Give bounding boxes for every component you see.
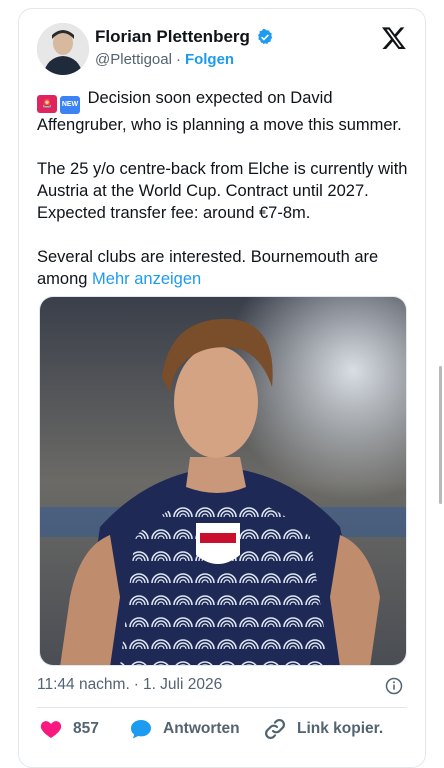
heart-icon <box>40 721 62 738</box>
siren-icon: 🚨 <box>37 95 57 113</box>
author-handle-row: @Plettigoal · Folgen <box>95 51 234 68</box>
tweet-paragraph-3: Several clubs are interested. Bournemout… <box>37 246 417 290</box>
new-badge-icon: NEW <box>60 96 80 114</box>
tweet-card: Florian Plettenberg @Plettigoal · Folgen… <box>18 8 426 768</box>
follow-button[interactable]: Folgen <box>185 51 234 68</box>
copy-link-button[interactable]: Link kopier. <box>263 717 383 741</box>
tweet-timestamp[interactable]: 11:44 nachm. · 1. Juli 2026 <box>37 676 222 694</box>
reply-button[interactable]: Antworten <box>129 717 240 741</box>
meta-separator: · <box>133 676 139 693</box>
scrollbar[interactable] <box>439 366 442 504</box>
tweet-paragraph-1: 🚨 NEW Decision soon expected on David Aff… <box>37 87 417 136</box>
tweet-time: 11:44 nachm. <box>37 676 130 693</box>
reply-bubble-icon <box>131 720 151 739</box>
tweet-date: 1. Juli 2026 <box>142 676 223 693</box>
tweet-paragraph-2: The 25 y/o centre-back from Elche is cur… <box>37 158 417 224</box>
x-logo-icon[interactable] <box>381 25 407 51</box>
show-more-link[interactable]: Mehr anzeigen <box>92 270 201 288</box>
copy-link-label: Link kopier. <box>297 720 384 737</box>
like-button[interactable]: 857 <box>39 717 99 741</box>
tweet-line-1: Decision soon expected on David Affengru… <box>37 89 402 134</box>
tweet-text: 🚨 NEW Decision soon expected on David Aff… <box>37 87 417 312</box>
author-name-row: Florian Plettenberg <box>95 27 274 47</box>
tweet-actions: 857 Antworten Link kopier. <box>37 717 417 745</box>
author-name[interactable]: Florian Plettenberg <box>95 27 250 47</box>
like-count: 857 <box>73 720 99 737</box>
verified-badge-icon <box>257 28 273 45</box>
handle-separator: · <box>175 51 181 68</box>
info-icon[interactable] <box>385 677 403 695</box>
tweet-line-3: Several clubs are interested. Bournemout… <box>37 248 379 288</box>
author-handle[interactable]: @Plettigoal <box>95 51 172 68</box>
avatar[interactable] <box>37 23 89 75</box>
reply-label: Antworten <box>163 720 240 737</box>
link-icon <box>264 718 286 740</box>
tweet-photo[interactable] <box>39 296 407 666</box>
divider <box>37 707 407 708</box>
tweet-line-2: The 25 y/o centre-back from Elche is cur… <box>37 160 408 222</box>
